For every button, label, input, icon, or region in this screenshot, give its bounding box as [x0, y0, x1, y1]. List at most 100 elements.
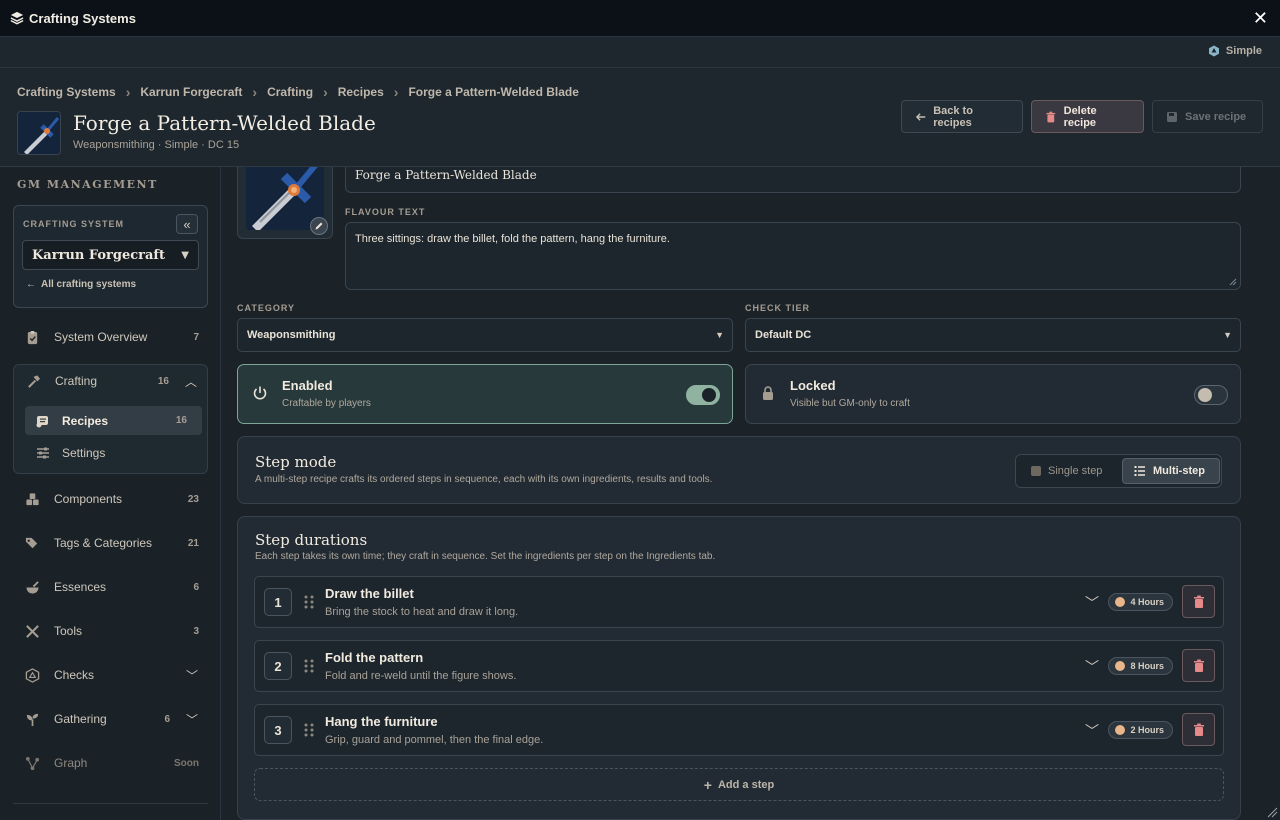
sidebar-item-essences[interactable]: Essences 6 [13, 571, 208, 603]
breadcrumb-recipes[interactable]: Recipes [338, 85, 384, 99]
flavour-text-input[interactable]: Three sittings: draw the billet, fold th… [345, 222, 1241, 290]
breadcrumb-current: Forge a Pattern-Welded Blade [408, 85, 579, 99]
sidebar-item-system-overview[interactable]: System Overview 7 [13, 321, 208, 353]
chevron-down-icon[interactable]: ﹀ [1085, 721, 1099, 741]
trash-icon [1193, 723, 1204, 736]
step-row[interactable]: 2 Fold the pattern Fold and re-weld unti… [254, 640, 1224, 692]
back-to-recipes-button[interactable]: Back to recipes [901, 100, 1023, 133]
sidebar-item-label: System Overview [54, 330, 148, 344]
sidebar-item-label: Graph [54, 756, 88, 770]
sidebar-item-settings[interactable]: Settings [25, 438, 202, 467]
enabled-switch[interactable] [686, 385, 720, 405]
layers-icon [10, 11, 24, 25]
step-mode-card: Step mode A multi-step recipe crafts its… [237, 436, 1241, 504]
save-label: Save recipe [1185, 110, 1247, 123]
boxes-icon [24, 491, 40, 507]
sidebar-item-label: Tags & Categories [54, 536, 153, 550]
plus-icon: + [703, 776, 712, 793]
sidebar-section-title: GM MANAGEMENT [17, 178, 158, 191]
step-title: Hang the furniture [325, 714, 438, 729]
mode-indicator[interactable]: Simple [1208, 45, 1262, 57]
multi-step-option[interactable]: Multi-step [1122, 458, 1220, 484]
power-icon [253, 386, 267, 400]
locked-subtitle: Visible but GM-only to craft [790, 398, 910, 409]
breadcrumb-crafting-systems[interactable]: Crafting Systems [17, 85, 116, 99]
single-step-option[interactable]: Single step [1020, 458, 1120, 484]
sidebar-divider [13, 803, 208, 804]
sidebar-item-crafting[interactable]: Crafting 16 ︿ [14, 365, 207, 397]
crafting-system-select[interactable]: Karrun Forgecraft ▼ [22, 240, 199, 270]
enabled-toggle-card[interactable]: Enabled Craftable by players [237, 364, 733, 424]
arrow-left-icon [915, 112, 926, 121]
step-row[interactable]: 3 Hang the furniture Grip, guard and pom… [254, 704, 1224, 756]
locked-title: Locked [790, 378, 836, 393]
recipe-subtitle: Weaponsmithing · Simple · DC 15 [73, 139, 240, 151]
recipe-header: Crafting Systems › Karrun Forgecraft › C… [0, 68, 1280, 167]
sidebar-item-checks[interactable]: Checks ﹀ [13, 659, 208, 691]
collapse-sidebar-button[interactable]: « [176, 214, 198, 234]
duration-badge[interactable]: 8 Hours [1108, 657, 1173, 675]
edit-pencil-icon[interactable] [310, 217, 328, 235]
enabled-title: Enabled [282, 378, 333, 393]
sidebar-item-recipes[interactable]: Recipes 16 [25, 406, 202, 435]
clipboard-icon [24, 329, 40, 345]
caret-down-icon: ▼ [1223, 330, 1232, 340]
tags-icon [24, 535, 40, 551]
close-icon[interactable]: ✕ [1253, 9, 1268, 27]
trash-icon [1193, 659, 1204, 672]
window-titlebar: Crafting Systems ✕ [0, 0, 1280, 37]
mode-label: Simple [1225, 45, 1262, 57]
chevron-right-icon: › [125, 84, 131, 100]
sidebar-item-label: Gathering [54, 712, 107, 726]
chevron-down-icon: ﹀ [185, 668, 198, 683]
trash-icon [1193, 595, 1204, 608]
sidebar-item-components[interactable]: Components 23 [13, 483, 208, 515]
drag-handle-icon[interactable] [303, 723, 315, 737]
d20-icon [24, 667, 40, 683]
drag-handle-icon[interactable] [303, 595, 315, 609]
add-step-label: Add a step [717, 778, 775, 791]
sidebar-item-tools[interactable]: Tools 3 [13, 615, 208, 647]
chevron-right-icon: › [252, 84, 258, 100]
delete-step-button[interactable] [1182, 713, 1215, 746]
drag-handle-icon[interactable] [303, 659, 315, 673]
add-step-button[interactable]: + Add a step [254, 768, 1224, 801]
breadcrumb-system[interactable]: Karrun Forgecraft [140, 85, 242, 99]
tools-icon [24, 623, 40, 639]
chevron-down-icon[interactable]: ﹀ [1085, 593, 1099, 613]
locked-toggle-card[interactable]: Locked Visible but GM-only to craft [745, 364, 1241, 424]
save-recipe-button[interactable]: Save recipe [1152, 100, 1263, 133]
window-resize-grip-icon[interactable] [1266, 806, 1278, 818]
switch-knob [702, 388, 716, 402]
hammer-icon [25, 373, 41, 389]
step-row[interactable]: 1 Draw the billet Bring the stock to hea… [254, 576, 1224, 628]
duration-value: 2 Hours [1130, 725, 1164, 735]
all-crafting-systems-link[interactable]: ← All crafting systems [26, 279, 136, 290]
page-title: Forge a Pattern-Welded Blade [73, 111, 376, 135]
sidebar-item-tags-categories[interactable]: Tags & Categories 21 [13, 527, 208, 559]
delete-recipe-button[interactable]: Delete recipe [1031, 100, 1144, 133]
recipe-form: Forge a Pattern-Welded Blade FLAVOUR TEX… [221, 167, 1280, 820]
duration-value: 8 Hours [1130, 661, 1164, 671]
sprout-icon [24, 711, 40, 727]
duration-badge[interactable]: 4 Hours [1108, 593, 1173, 611]
recipe-image-picker[interactable] [237, 167, 333, 239]
clock-icon [1115, 597, 1126, 607]
delete-step-button[interactable] [1182, 585, 1215, 618]
duration-badge[interactable]: 2 Hours [1108, 721, 1173, 739]
sidebar-item-label: Essences [54, 580, 107, 594]
lock-icon [763, 386, 773, 400]
delete-step-button[interactable] [1182, 649, 1215, 682]
check-tier-select[interactable]: Default DC ▼ [745, 318, 1241, 352]
sidebar-item-count: 23 [187, 493, 199, 505]
sidebar-item-count: 6 [164, 713, 170, 725]
resize-handle-icon[interactable] [1229, 278, 1237, 286]
breadcrumb-crafting[interactable]: Crafting [267, 85, 313, 99]
recipe-name-input[interactable]: Forge a Pattern-Welded Blade [345, 167, 1241, 193]
scroll-icon [35, 413, 51, 429]
locked-switch[interactable] [1194, 385, 1228, 405]
sidebar-item-gathering[interactable]: Gathering 6 ﹀ [13, 703, 208, 735]
category-select[interactable]: Weaponsmithing ▼ [237, 318, 733, 352]
sidebar-item-label: Crafting [55, 374, 98, 388]
chevron-down-icon[interactable]: ﹀ [1085, 657, 1099, 677]
